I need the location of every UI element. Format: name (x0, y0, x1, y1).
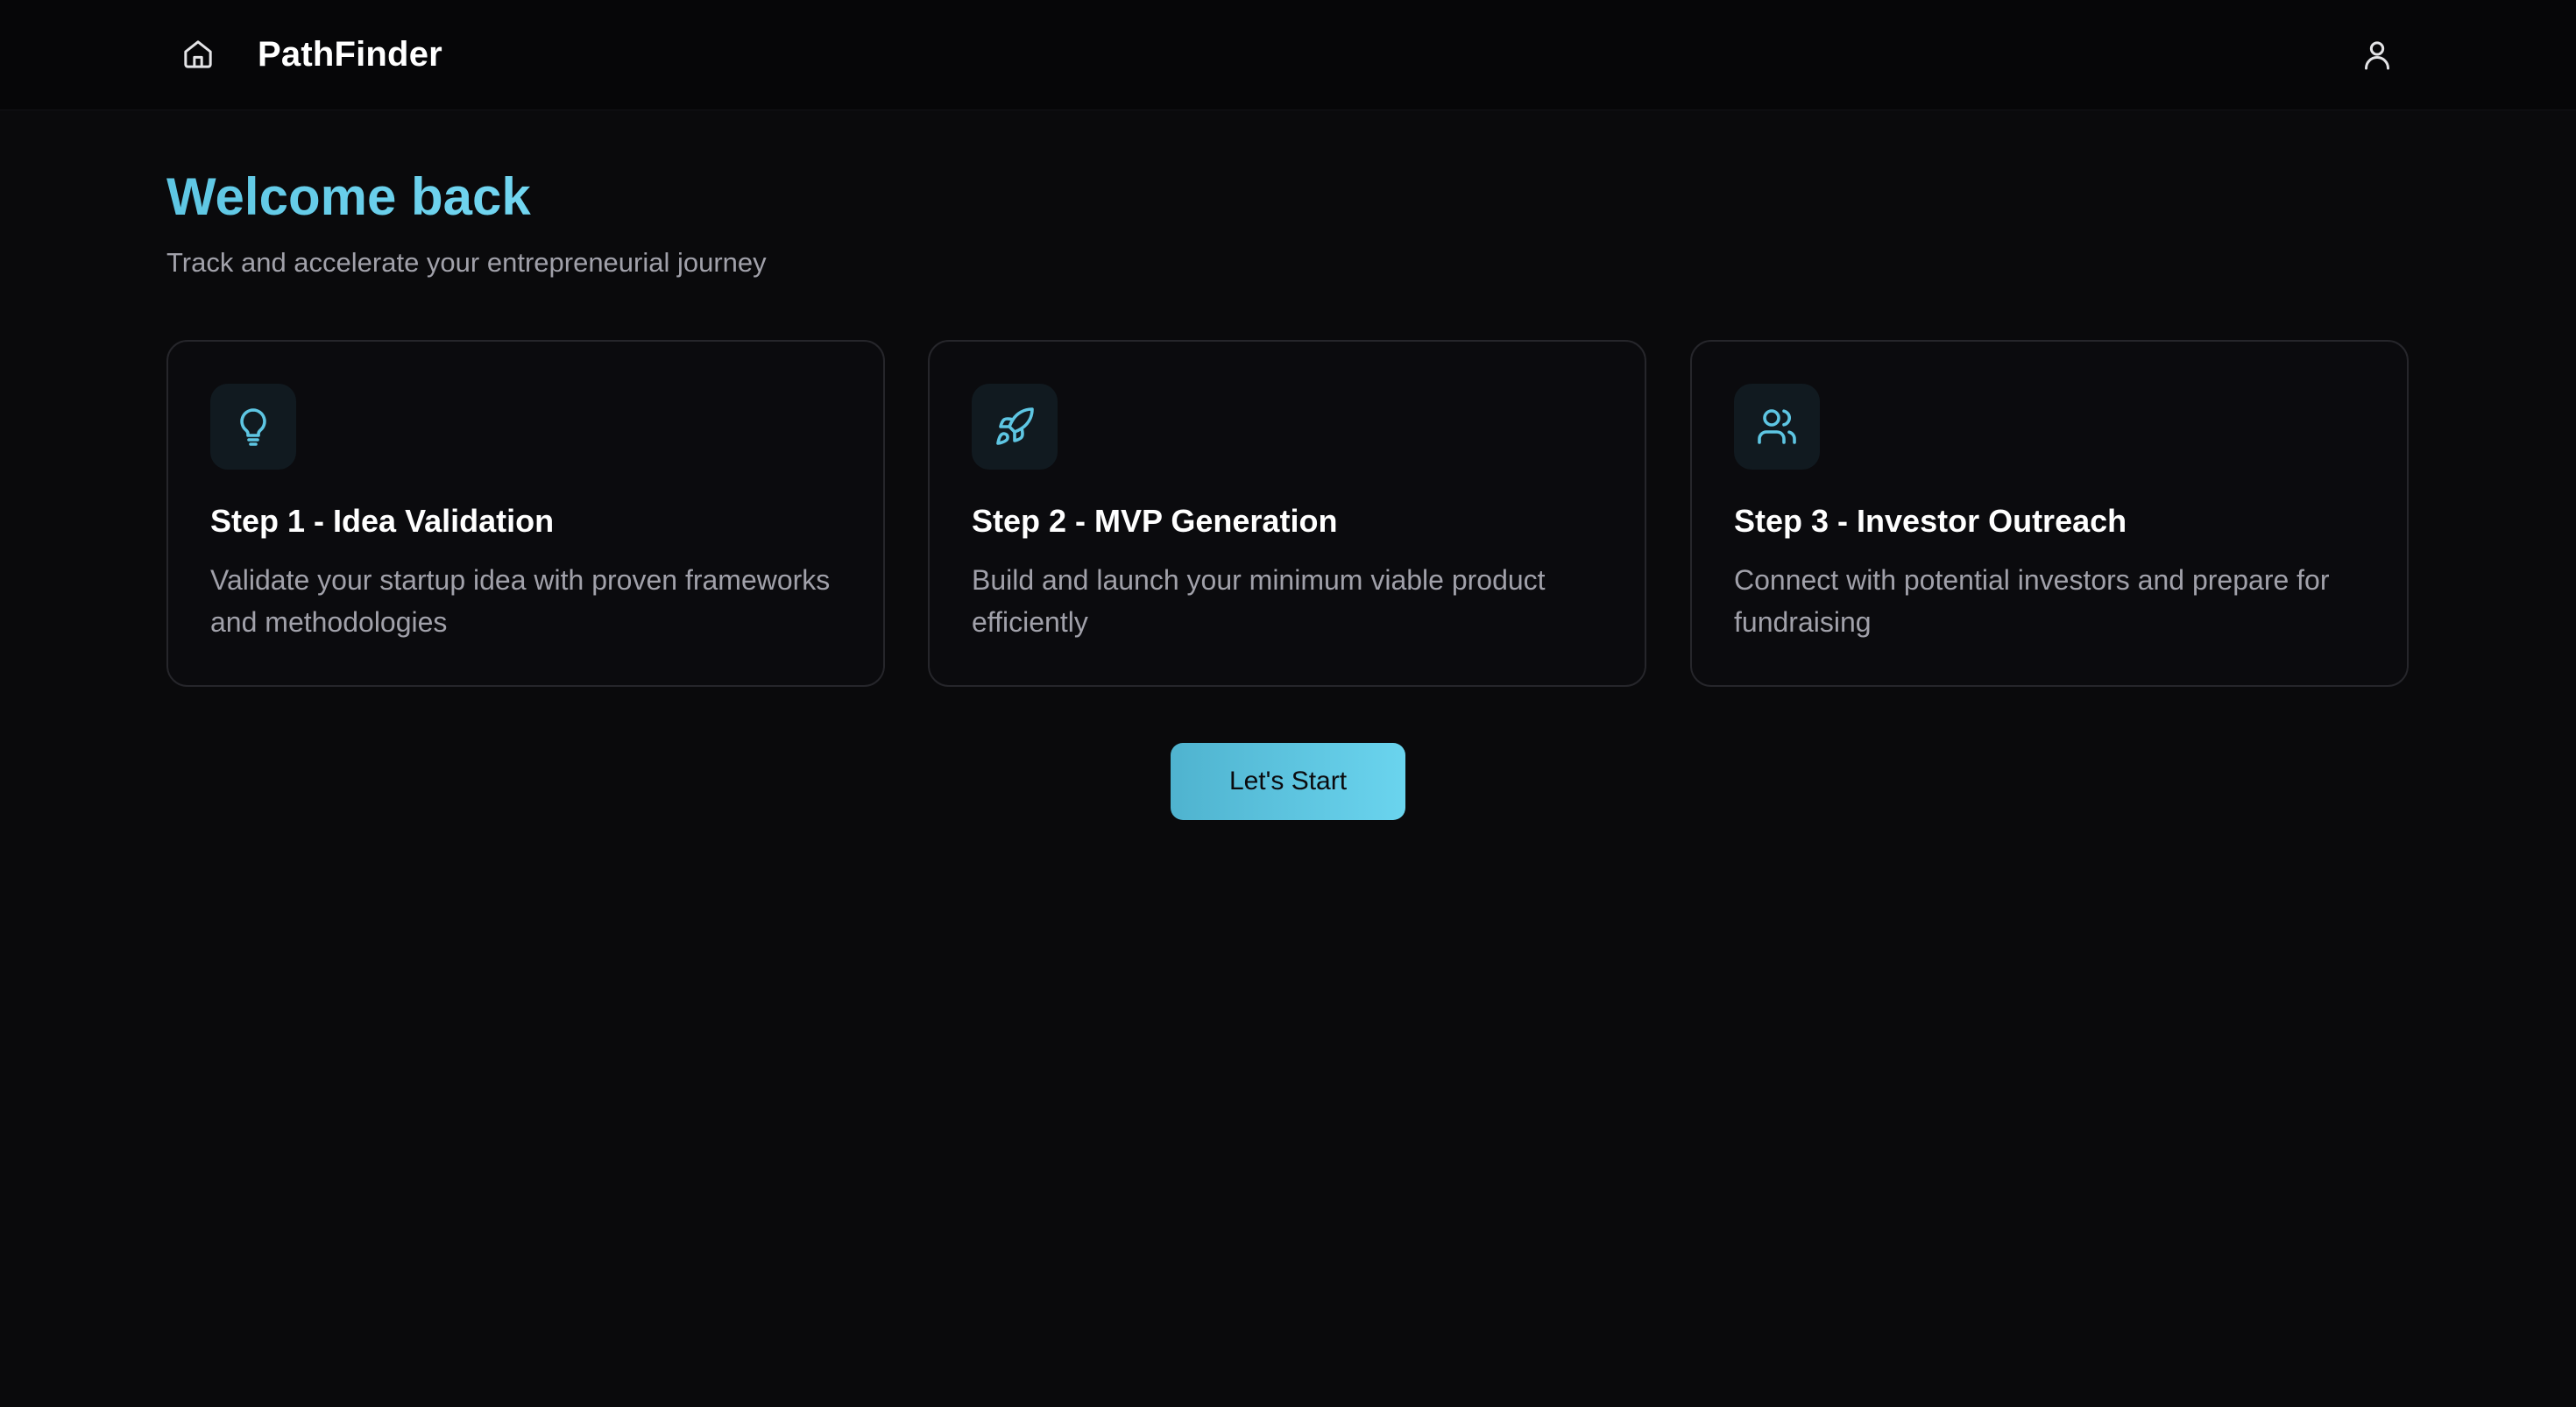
lets-start-button[interactable]: Let's Start (1171, 743, 1405, 820)
user-icon (2365, 41, 2389, 70)
page-subtitle: Track and accelerate your entrepreneuria… (166, 247, 767, 278)
steps-grid: Step 1 - Idea Validation Validate your s… (166, 340, 2410, 687)
step-description: Validate your startup idea with proven f… (210, 564, 831, 638)
home-icon (184, 40, 212, 68)
rocket-icon (996, 407, 1034, 445)
step-card-idea-validation[interactable]: Step 1 - Idea Validation Validate your s… (166, 340, 885, 687)
step-card-mvp-generation[interactable]: Step 2 - MVP Generation Build and launch… (928, 340, 1646, 687)
page-title: Welcome back (166, 163, 531, 231)
step-description: Build and launch your minimum viable pro… (972, 564, 1546, 638)
home-button[interactable] (173, 30, 223, 79)
step-title: Step 3 - Investor Outreach (1734, 503, 2127, 539)
step-card-investor-outreach[interactable]: Step 3 - Investor Outreach Connect with … (1690, 340, 2409, 687)
lightbulb-icon (240, 408, 266, 446)
step-title: Step 2 - MVP Generation (972, 503, 1338, 539)
step-description: Connect with potential investors and pre… (1734, 564, 2330, 638)
user-profile-button[interactable] (2352, 30, 2403, 81)
users-icon (1758, 409, 1796, 444)
step-icon-container (210, 384, 296, 470)
step-icon-container (972, 384, 1058, 470)
step-title: Step 1 - Idea Validation (210, 503, 555, 539)
top-navigation-bar: PathFinder (0, 0, 2576, 110)
brand-name: PathFinder (258, 35, 442, 74)
step-icon-container (1734, 384, 1820, 470)
